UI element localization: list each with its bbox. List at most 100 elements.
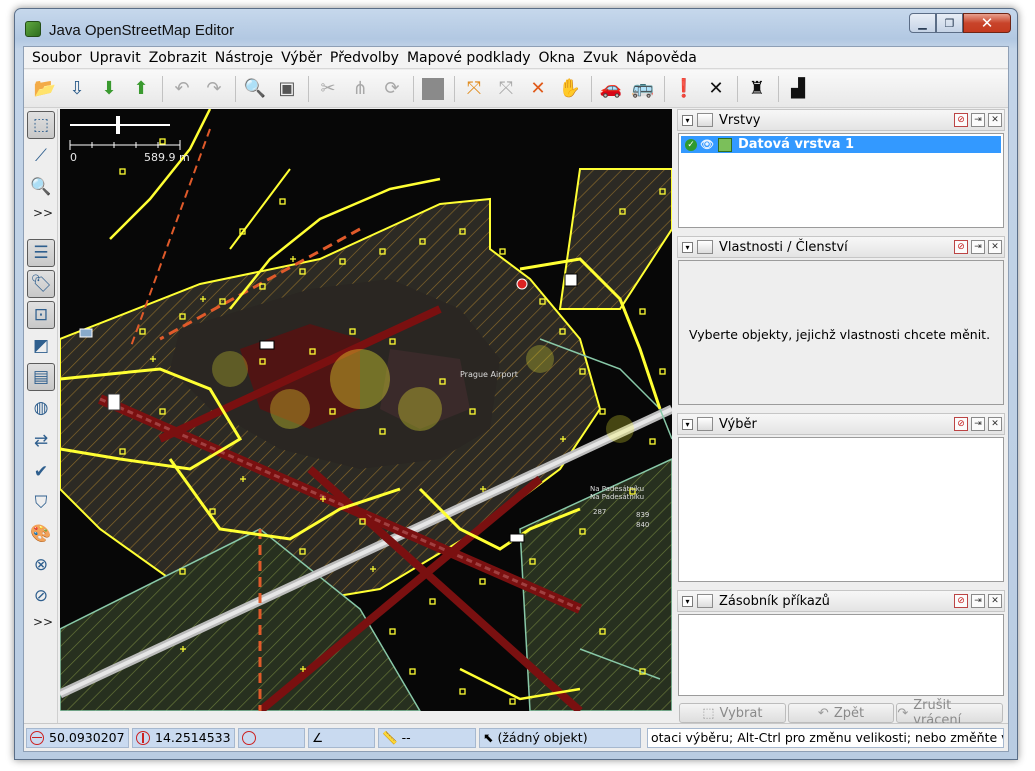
longitude-icon [136, 730, 150, 745]
map-paint-icon[interactable]: 🎨 [27, 520, 55, 548]
hide-dialog-icon[interactable]: ⊘ [954, 113, 968, 127]
cross-icon[interactable]: ✕ [701, 74, 731, 104]
select-button-label: Vybrat [719, 705, 763, 721]
pan-hand-icon[interactable]: ✋ [555, 74, 585, 104]
menu-audio[interactable]: Zvuk [579, 50, 622, 66]
hide-dialog-icon[interactable]: ⊘ [954, 594, 968, 608]
map-label-839: 839 [636, 511, 649, 519]
map-label-287: 287 [593, 508, 606, 516]
layer-row[interactable]: ✓ 👁 Datová vrstva 1 [681, 136, 1001, 153]
refresh-icon[interactable]: ⟳ [377, 74, 407, 104]
select-tool-icon[interactable]: ⤧ [491, 74, 521, 104]
undo-icon[interactable]: ↶ [167, 74, 197, 104]
move-tool-icon[interactable]: ⤧ [459, 74, 489, 104]
menu-tools[interactable]: Nástroje [211, 50, 277, 66]
data-layer-icon [717, 137, 732, 152]
castle-icon[interactable]: ♜ [742, 74, 772, 104]
close-dialog-icon[interactable]: ✕ [988, 240, 1002, 254]
map-view[interactable]: Prague Airport Na Padesátníku Na Padesát… [60, 109, 672, 711]
menu-file[interactable]: Soubor [28, 50, 86, 66]
conflict-icon[interactable]: ⇄ [27, 427, 55, 455]
left-toolbox: ⬚ ⟋ 🔍 >> ☰ 🏷 ⊡ ◩ ▤ ◍ ⇄ ✔ ⛉ 🎨 ⊗ ⊘ >> [24, 109, 58, 723]
save-icon[interactable]: ⇩ [62, 74, 92, 104]
map-label-street-2: Na Padesátníku [590, 493, 644, 501]
properties-toggle-icon[interactable]: 🏷 [27, 270, 55, 298]
collapse-toggle-icon[interactable]: ▾ [682, 241, 693, 253]
selection-list[interactable] [678, 437, 1004, 582]
error-icon[interactable]: ⊗ [27, 551, 55, 579]
properties-icon[interactable]: ▣ [272, 74, 302, 104]
layer-visibility-eye-icon[interactable]: 👁 [700, 138, 714, 151]
detach-dialog-icon[interactable]: ⇥ [971, 417, 985, 431]
split-way-icon[interactable]: ✂ [313, 74, 343, 104]
close-button[interactable]: ✕ [963, 13, 1011, 33]
filter-view-icon[interactable]: ◍ [27, 394, 55, 422]
imagery-icon[interactable] [418, 74, 448, 104]
select-cursor-icon: ⬚ [702, 705, 715, 721]
close-dialog-icon[interactable]: ✕ [988, 417, 1002, 431]
command-stack-buttons: ⬚ Vybrat ↶ Zpět ↷ Zrušit vrácení [677, 698, 1005, 728]
menu-help[interactable]: Nápověda [622, 50, 701, 66]
layer-active-check-icon[interactable]: ✓ [685, 138, 697, 151]
menu-imagery[interactable]: Mapové podklady [403, 50, 535, 66]
validate-icon[interactable]: ✔ [27, 458, 55, 486]
filter-icon[interactable]: ⛉ [27, 489, 55, 517]
menu-selection[interactable]: Výběr [277, 50, 326, 66]
redo-icon[interactable]: ↷ [199, 74, 229, 104]
menu-presets[interactable]: Předvolby [326, 50, 403, 66]
redo-button[interactable]: ↷ Zrušit vrácení [896, 698, 1004, 728]
menu-bar: Soubor Upravit Zobrazit Nástroje Výběr P… [24, 47, 1008, 69]
collapse-toggle-icon[interactable]: ▾ [682, 595, 693, 607]
close-dialog-icon[interactable]: ✕ [988, 113, 1002, 127]
command-stack-icon [697, 594, 713, 608]
bus-icon[interactable]: 🚌 [628, 74, 658, 104]
detach-dialog-icon[interactable]: ⇥ [971, 594, 985, 608]
open-file-icon[interactable]: 📂 [30, 74, 60, 104]
maximize-button[interactable]: ❐ [936, 13, 963, 33]
hide-dialog-icon[interactable]: ⊘ [954, 240, 968, 254]
hide-dialog-icon[interactable]: ⊘ [954, 417, 968, 431]
select-button[interactable]: ⬚ Vybrat [679, 703, 786, 723]
selection-dialog: ▾ Výběr ⊘ ⇥ ✕ [677, 413, 1005, 585]
more-tools-toggle[interactable]: >> [33, 206, 53, 220]
combine-way-icon[interactable]: ⋔ [345, 74, 375, 104]
download-icon[interactable]: ⬇ [94, 74, 124, 104]
factory-icon[interactable]: ▟ [783, 74, 813, 104]
client-area: Soubor Upravit Zobrazit Nástroje Výběr P… [23, 46, 1009, 752]
layers-toggle-icon[interactable]: ☰ [27, 239, 55, 267]
dialog-buttons: ⊘ ⇥ ✕ [951, 417, 1002, 431]
dialog-buttons: ⊘ ⇥ ✕ [951, 240, 1002, 254]
close-dialog-icon[interactable]: ✕ [988, 594, 1002, 608]
car-icon[interactable]: 🚗 [596, 74, 626, 104]
collapse-toggle-icon[interactable]: ▾ [682, 418, 693, 430]
distance-value: -- [401, 730, 411, 745]
menu-windows[interactable]: Okna [535, 50, 580, 66]
zoom-mode-icon[interactable]: 🔍 [27, 173, 55, 201]
latitude-field: 50.0930207 [26, 727, 129, 748]
preferences-icon[interactable]: 🔍 [240, 74, 270, 104]
collapse-toggle-icon[interactable]: ▾ [682, 114, 693, 126]
warning-icon[interactable]: ❗ [669, 74, 699, 104]
scale-zero-label: 0 [70, 151, 77, 164]
menu-view[interactable]: Zobrazit [145, 50, 211, 66]
detach-dialog-icon[interactable]: ⇥ [971, 113, 985, 127]
draw-mode-icon[interactable]: ⟋ [27, 142, 55, 170]
history-icon[interactable]: ⊘ [27, 582, 55, 610]
select-mode-icon[interactable]: ⬚ [27, 111, 55, 139]
command-stack-list[interactable] [678, 614, 1004, 696]
detach-dialog-icon[interactable]: ⇥ [971, 240, 985, 254]
menu-edit[interactable]: Upravit [86, 50, 145, 66]
josm-app-icon [25, 21, 41, 37]
delete-tool-icon[interactable]: ✕ [523, 74, 553, 104]
command-stack-toggle-icon[interactable]: ▤ [27, 363, 55, 391]
relations-toggle-icon[interactable]: ◩ [27, 332, 55, 360]
layers-dialog-title: Vrstvy [719, 112, 761, 128]
layers-icon [697, 113, 713, 127]
map-canvas[interactable]: Prague Airport Na Padesátníku Na Padesát… [60, 109, 672, 711]
selection-toggle-icon[interactable]: ⊡ [27, 301, 55, 329]
dialog-buttons: ⊘ ⇥ ✕ [951, 113, 1002, 127]
upload-icon[interactable]: ⬆ [126, 74, 156, 104]
undo-button[interactable]: ↶ Zpět [787, 703, 895, 723]
more-dialogs-toggle[interactable]: >> [33, 615, 53, 629]
minimize-button[interactable]: ▁ [909, 13, 936, 33]
